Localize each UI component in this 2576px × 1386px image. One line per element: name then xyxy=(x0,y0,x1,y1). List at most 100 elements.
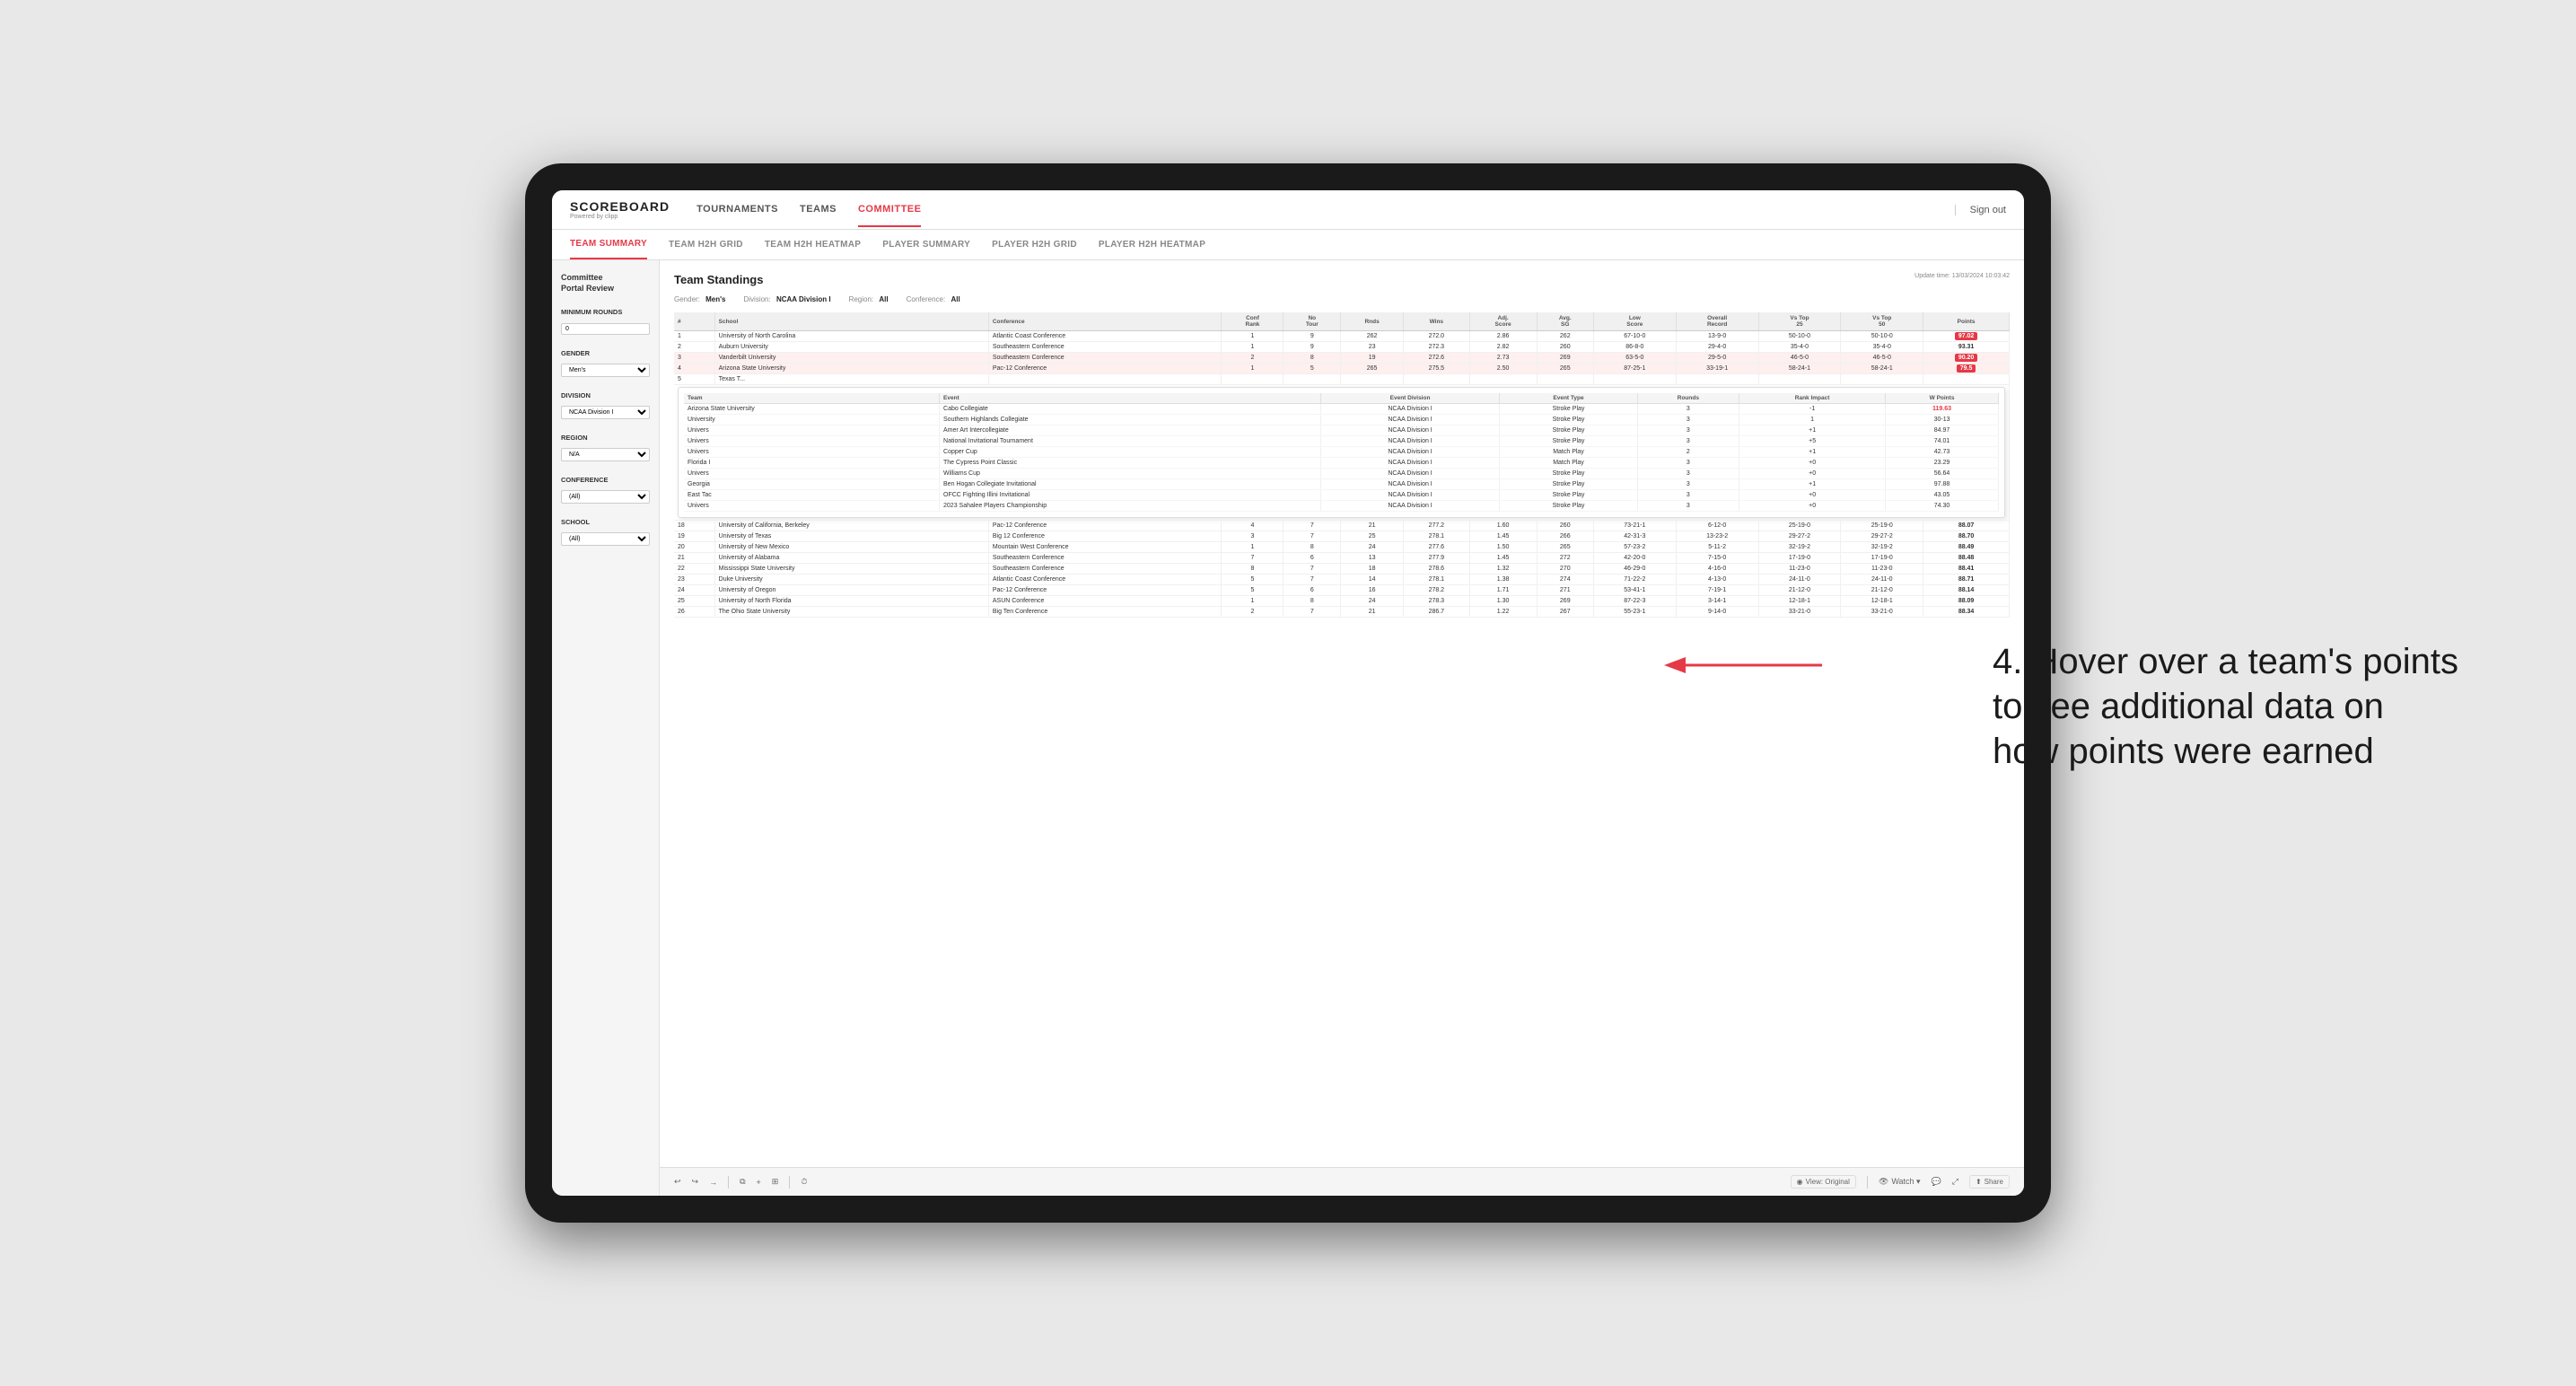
top-nav: SCOREBOARD Powered by clipp TOURNAMENTS … xyxy=(552,190,2024,230)
share-icon: ⬆ xyxy=(1976,1178,1982,1186)
share-button[interactable]: ⬆ Share xyxy=(1969,1175,2010,1189)
filter-conference: Conference: All xyxy=(907,295,960,303)
tab-team-h2h-grid[interactable]: TEAM H2H GRID xyxy=(669,230,743,259)
sidebar-gender: Gender Men's xyxy=(561,349,650,377)
forward-button[interactable]: → xyxy=(709,1178,717,1187)
table-row: 19 University of Texas Big 12 Conference… xyxy=(674,531,2010,542)
tablet-screen: SCOREBOARD Powered by clipp TOURNAMENTS … xyxy=(552,190,2024,1196)
filter-division: Division: NCAA Division I xyxy=(744,295,831,303)
main-content: Committee Portal Review Minimum Rounds G… xyxy=(552,260,2024,1196)
tooltip-row: Florida I The Cypress Point Classic NCAA… xyxy=(684,458,1999,469)
sidebar-conference: Conference (All) xyxy=(561,476,650,504)
sign-out-label[interactable]: Sign out xyxy=(1970,205,2006,215)
tooltip-row: Univers 2023 Sahalee Players Championshi… xyxy=(684,501,1999,512)
update-time: Update time: 13/03/2024 10:03:42 xyxy=(1914,273,2010,279)
sidebar-school: School (All) xyxy=(561,518,650,546)
tooltip-row: Univers Williams Cup NCAA Division I Str… xyxy=(684,469,1999,479)
undo-button[interactable]: ↩ xyxy=(674,1177,681,1187)
tooltip-row: Georgia Ben Hogan Collegiate Invitationa… xyxy=(684,479,1999,490)
school-select[interactable]: (All) xyxy=(561,532,650,546)
table-row: 23 Duke University Atlantic Coast Confer… xyxy=(674,575,2010,585)
nav-teams[interactable]: TEAMS xyxy=(800,193,837,227)
tab-team-h2h-heatmap[interactable]: TEAM H2H HEATMAP xyxy=(765,230,861,259)
tooltip-expanded-row: Team Event Event Division Event Type Rou… xyxy=(674,385,2010,521)
tooltip-col-team: Team xyxy=(684,393,940,404)
toolbar-sep-2 xyxy=(789,1176,790,1189)
col-vs50: Vs Top50 xyxy=(1841,312,1923,331)
tooltip-row: Univers Copper Cup NCAA Division I Match… xyxy=(684,447,1999,458)
gender-select[interactable]: Men's xyxy=(561,364,650,377)
min-rounds-input[interactable] xyxy=(561,323,650,335)
copy-button[interactable]: ⧉ xyxy=(740,1177,745,1187)
tooltip-col-rank-impact: Rank Impact xyxy=(1739,393,1886,404)
report-title: Team Standings xyxy=(674,273,763,286)
filter-row: Gender: Men's Division: NCAA Division I … xyxy=(674,295,2010,303)
watch-label: Watch ▾ xyxy=(1891,1177,1920,1187)
tooltip-row: Univers Amer Art Intercollegiate NCAA Di… xyxy=(684,425,1999,436)
filter-region: Region: All xyxy=(849,295,889,303)
sidebar-region: Region N/A xyxy=(561,434,650,461)
logo-area: SCOREBOARD Powered by clipp xyxy=(570,199,670,220)
col-wins: Wins xyxy=(1404,312,1470,331)
nav-tournaments[interactable]: TOURNAMENTS xyxy=(697,193,778,227)
table-row: 2 Auburn University Southeastern Confere… xyxy=(674,342,2010,353)
tab-team-summary[interactable]: TEAM SUMMARY xyxy=(570,230,647,259)
tooltip-col-division: Event Division xyxy=(1320,393,1500,404)
table-row: 5 Texas T... xyxy=(674,374,2010,385)
tab-player-h2h-heatmap[interactable]: PLAYER H2H HEATMAP xyxy=(1099,230,1205,259)
expand-button[interactable]: ⤢ xyxy=(1952,1177,1958,1187)
view-icon: ◉ xyxy=(1797,1178,1803,1186)
table-row: 25 University of North Florida ASUN Conf… xyxy=(674,596,2010,607)
sidebar-portal-title: Committee Portal Review xyxy=(561,273,650,294)
col-low-score: LowScore xyxy=(1593,312,1676,331)
watch-button[interactable]: 👁 Watch ▾ xyxy=(1879,1177,1921,1187)
table-row: 3 Vanderbilt University Southeastern Con… xyxy=(674,353,2010,364)
sidebar: Committee Portal Review Minimum Rounds G… xyxy=(552,260,660,1196)
toolbar-sep-3 xyxy=(1867,1176,1868,1189)
conference-select[interactable]: (All) xyxy=(561,490,650,504)
share-label: Share xyxy=(1985,1178,2003,1186)
sidebar-division: Division NCAA Division I xyxy=(561,391,650,419)
col-overall: OverallRecord xyxy=(1676,312,1758,331)
col-rank: # xyxy=(674,312,714,331)
table-row: 21 University of Alabama Southeastern Co… xyxy=(674,553,2010,564)
view-label: View: Original xyxy=(1806,1178,1850,1186)
sign-out-area: Sign out xyxy=(1955,205,2006,215)
tooltip-row: Univers National Invitational Tournament… xyxy=(684,436,1999,447)
table-row: 24 University of Oregon Pac-12 Conferenc… xyxy=(674,585,2010,596)
standings-table: # School Conference ConfRank NoTour Rnds… xyxy=(674,312,2010,618)
tooltip-row: Arizona State University Cabo Collegiate… xyxy=(684,404,1999,415)
report-content: Team Standings Update time: 13/03/2024 1… xyxy=(660,260,2024,1167)
col-vs25: Vs Top25 xyxy=(1758,312,1841,331)
view-original-button[interactable]: ◉ View: Original xyxy=(1791,1175,1856,1189)
col-rnds: Rnds xyxy=(1341,312,1404,331)
grid-button[interactable]: ⊞ xyxy=(772,1177,779,1187)
tab-player-h2h-grid[interactable]: PLAYER H2H GRID xyxy=(992,230,1077,259)
table-row: 26 The Ohio State University Big Ten Con… xyxy=(674,607,2010,618)
filter-gender: Gender: Men's xyxy=(674,295,726,303)
region-select[interactable]: N/A xyxy=(561,448,650,461)
col-avg-sg: Avg.SG xyxy=(1537,312,1593,331)
comment-button[interactable]: 💬 xyxy=(1932,1177,1941,1187)
tooltip-col-rounds: Rounds xyxy=(1637,393,1739,404)
sidebar-min-rounds: Minimum Rounds xyxy=(561,308,650,335)
nav-items: TOURNAMENTS TEAMS COMMITTEE xyxy=(697,193,1955,227)
table-row: 18 University of California, Berkeley Pa… xyxy=(674,521,2010,531)
sub-nav: TEAM SUMMARY TEAM H2H GRID TEAM H2H HEAT… xyxy=(552,230,2024,260)
col-no-tour: NoTour xyxy=(1284,312,1341,331)
division-select[interactable]: NCAA Division I xyxy=(561,406,650,419)
table-row: 4 Arizona State University Pac-12 Confer… xyxy=(674,364,2010,374)
tab-player-summary[interactable]: PLAYER SUMMARY xyxy=(882,230,970,259)
eye-icon: 👁 xyxy=(1879,1177,1888,1187)
report-header-row: Team Standings Update time: 13/03/2024 1… xyxy=(674,273,2010,286)
table-row: 1 University of North Carolina Atlantic … xyxy=(674,331,2010,342)
toolbar-sep-1 xyxy=(728,1176,729,1189)
bottom-toolbar: ↩ ↪ → ⧉ + ⊞ ⏱ ◉ View: Original xyxy=(660,1167,2024,1196)
clock-button[interactable]: ⏱ xyxy=(801,1177,807,1187)
logo-sub: Powered by clipp xyxy=(570,214,670,220)
tooltip-col-w-points: W Points xyxy=(1886,393,1999,404)
arrow-svg xyxy=(1660,647,1840,683)
nav-committee[interactable]: COMMITTEE xyxy=(858,193,922,227)
redo-button[interactable]: ↪ xyxy=(692,1177,699,1187)
paste-button[interactable]: + xyxy=(757,1178,761,1187)
